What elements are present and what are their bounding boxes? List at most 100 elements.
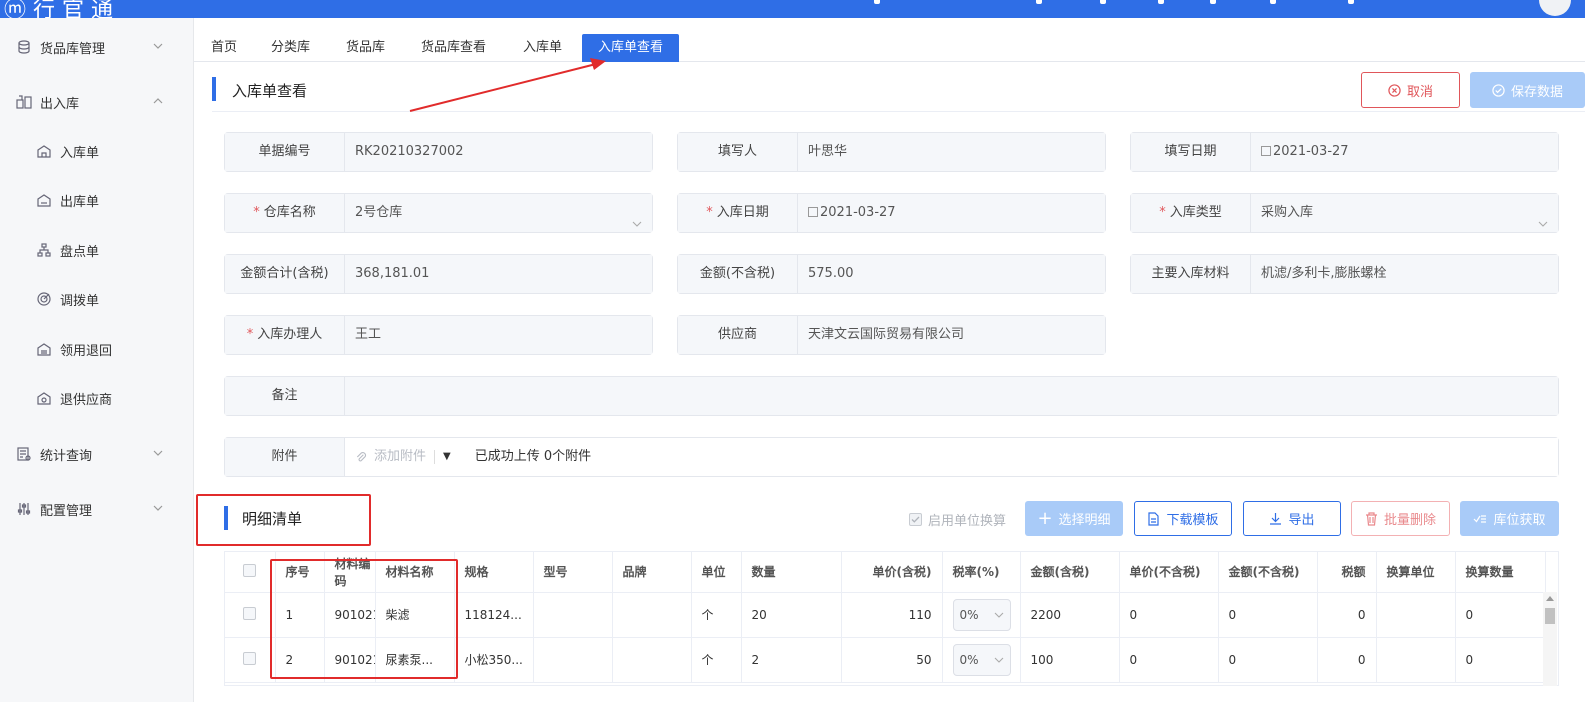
return-icon	[36, 341, 52, 357]
divider	[434, 450, 436, 464]
inbound-date-input[interactable]: 2021-03-27	[798, 194, 1105, 232]
user-avatar[interactable]	[1539, 0, 1571, 16]
chevron-up-icon	[152, 95, 164, 107]
inbound-icon	[36, 143, 52, 159]
sidebar-item-statistics[interactable]: 统计查询	[0, 434, 194, 474]
sidebar-item-goods-library[interactable]: 货品库管理	[0, 27, 194, 67]
remark-textarea[interactable]	[345, 377, 1558, 415]
table-cell	[533, 592, 613, 638]
row-checkbox[interactable]	[243, 651, 257, 665]
location-fetch-button[interactable]: 库位获取	[1460, 501, 1559, 536]
unit-conversion-toggle[interactable]: 启用单位换算	[909, 510, 1006, 529]
table-cell	[533, 637, 613, 683]
field-label: 金额(不含税)	[678, 255, 798, 293]
save-button[interactable]: 保存数据	[1470, 72, 1585, 108]
table-cell: 0	[1119, 637, 1219, 683]
detail-title: 明细清单	[242, 510, 303, 528]
add-attachment-button[interactable]: 添加附件	[355, 438, 426, 476]
tax-rate-cell: 0%	[942, 637, 1021, 683]
row-select-cell[interactable]	[225, 592, 276, 638]
chevron-down-icon	[152, 502, 164, 514]
tab-goods-library-view[interactable]: 货品库查看	[405, 34, 502, 62]
field-label: * 入库办理人	[225, 316, 345, 354]
table-cell: 0	[1455, 592, 1546, 638]
table-cell: 0	[1119, 592, 1219, 638]
fill-date-input[interactable]: 2021-03-27	[1251, 133, 1558, 171]
table-row[interactable]: 1 90102109 柴滤 118124... 个 20 110 0% 2200…	[225, 592, 1546, 638]
table-cell: 个	[691, 637, 742, 683]
tab-inbound-order-view[interactable]: 入库单查看	[582, 34, 680, 62]
tab-category[interactable]: 分类库	[255, 34, 326, 62]
chevron-down-icon	[994, 612, 1003, 618]
cancel-button[interactable]: 取消	[1361, 72, 1460, 108]
attachment-field: 附件 添加附件 ▼ 已成功上传 0个附件	[224, 437, 1559, 477]
sidebar-item-label: 配置管理	[40, 503, 93, 519]
table-cell: 0	[1218, 637, 1318, 683]
table-cell	[612, 637, 692, 683]
warehouse-select[interactable]: 2号仓库	[345, 194, 652, 232]
table-cell: 0	[1218, 592, 1318, 638]
sidebar-item-requisition-return[interactable]: 领用退回	[0, 329, 194, 369]
table-cell: 100	[1020, 637, 1120, 683]
remark-field: 备注	[224, 376, 1559, 416]
plus-icon: +	[1037, 507, 1053, 529]
sidebar-item-transfer[interactable]: 调拨单	[0, 279, 194, 319]
batch-delete-button[interactable]: 批量删除	[1351, 501, 1450, 536]
inbound-type-select[interactable]: 采购入库	[1251, 194, 1558, 232]
sidebar-item-outbound-order[interactable]: 出库单	[0, 180, 194, 220]
sort-icon	[1474, 514, 1487, 523]
table-cell: 20	[741, 592, 842, 638]
calendar-icon	[1261, 146, 1271, 156]
chevron-down-icon	[152, 40, 164, 52]
row-select-cell[interactable]	[225, 637, 276, 683]
sidebar-item-inbound-order[interactable]: 入库单	[0, 131, 194, 171]
sidebar-item-inout[interactable]: 出入库	[0, 82, 194, 122]
select-detail-label: 选择明细	[1058, 513, 1111, 528]
table-cell: 2	[275, 637, 325, 683]
table-cell: 110	[841, 592, 943, 638]
select-all-checkbox[interactable]	[243, 563, 257, 577]
table-row[interactable]: 2 90102158 尿素泵... 小松350... 个 2 50 0% 100…	[225, 637, 1546, 683]
location-fetch-label: 库位获取	[1493, 513, 1546, 528]
table-cell: 90102158	[324, 637, 376, 683]
column-header: 税额	[1317, 552, 1377, 593]
tab-goods-library[interactable]: 货品库	[330, 34, 401, 62]
select-all-cell[interactable]	[225, 552, 276, 593]
column-header: 单价(不含税)	[1119, 552, 1219, 593]
sidebar: 货品库管理 出入库 入库单 出库单 盘点单 调拨单 领用退回 退供应商 统计查询	[0, 18, 194, 702]
field-label: * 仓库名称	[225, 194, 345, 232]
download-template-button[interactable]: 下载模板	[1134, 501, 1232, 536]
report-icon	[16, 446, 32, 462]
scroll-thumb[interactable]	[1545, 608, 1555, 624]
tab-home[interactable]: 首页	[195, 34, 253, 62]
attachment-area: 添加附件 ▼ 已成功上传 0个附件	[345, 438, 1558, 476]
table-cell: 118124...	[454, 592, 534, 638]
handler-field: * 入库办理人 王工	[224, 315, 653, 355]
table-scrollbar[interactable]	[1543, 592, 1557, 686]
export-button[interactable]: 导出	[1243, 501, 1341, 536]
top-bar: ⓜ 行 官 通	[0, 0, 1585, 23]
checkbox[interactable]	[909, 513, 922, 526]
document-icon	[1148, 511, 1160, 526]
sidebar-item-return-supplier[interactable]: 退供应商	[0, 378, 194, 418]
supplier-value: 天津文云国际贸易有限公司	[798, 316, 1105, 354]
scroll-up-arrow[interactable]	[1546, 596, 1554, 601]
row-checkbox[interactable]	[243, 606, 257, 620]
sidebar-item-label: 调拨单	[60, 293, 100, 309]
handler-input[interactable]: 王工	[345, 316, 652, 354]
table-cell	[612, 592, 692, 638]
table-cell: 50	[841, 637, 943, 683]
chevron-down-icon	[994, 657, 1003, 663]
column-header: 税率(%)	[942, 552, 1021, 593]
column-header: 品牌	[612, 552, 692, 593]
tax-rate-select[interactable]: 0%	[952, 598, 1011, 631]
download-template-label: 下载模板	[1166, 513, 1219, 528]
select-detail-button[interactable]: + 选择明细	[1025, 501, 1123, 536]
field-label: 备注	[225, 377, 345, 415]
sidebar-item-stocktake[interactable]: 盘点单	[0, 230, 194, 270]
sidebar-item-config[interactable]: 配置管理	[0, 489, 194, 529]
tax-rate-select[interactable]: 0%	[952, 643, 1011, 676]
attachment-dropdown-caret[interactable]: ▼	[443, 438, 451, 476]
tab-inbound-order[interactable]: 入库单	[507, 34, 578, 62]
tab-bar: 首页 分类库 货品库 货品库查看 入库单 入库单查看	[194, 18, 1585, 62]
